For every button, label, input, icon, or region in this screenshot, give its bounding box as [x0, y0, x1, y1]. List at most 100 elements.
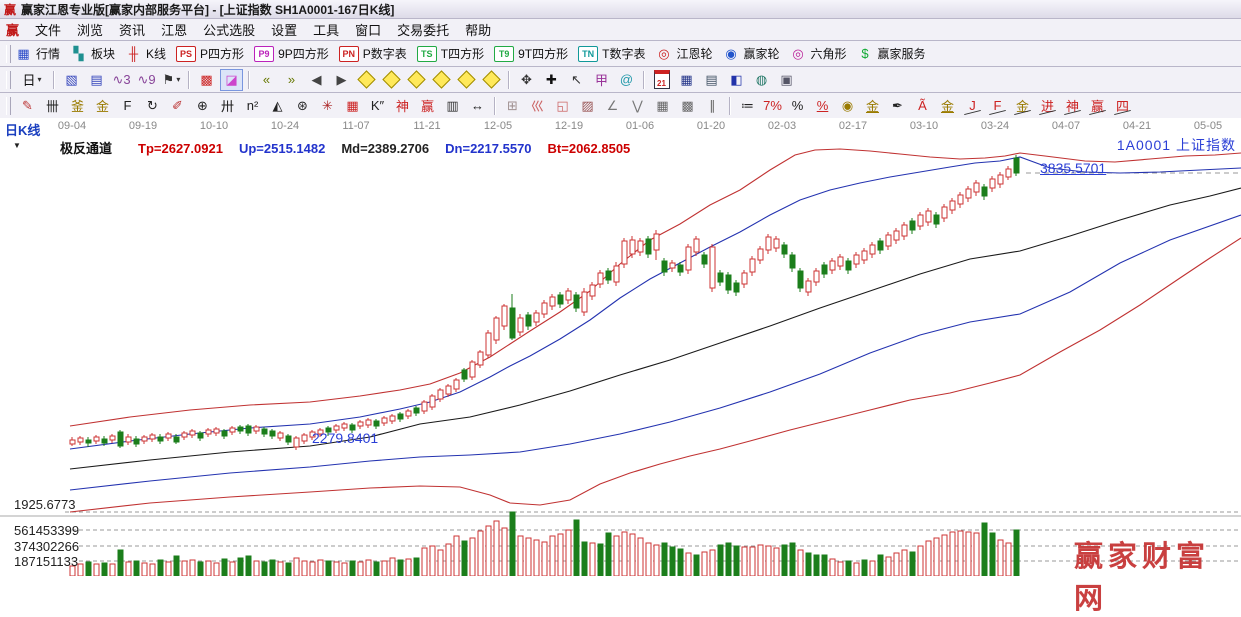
fan-lines[interactable]: 巛: [526, 95, 549, 117]
period-label[interactable]: 日K线: [5, 120, 40, 139]
k-quote[interactable]: K″: [366, 95, 389, 117]
wave-9[interactable]: ∿9: [135, 69, 158, 91]
diamond-left[interactable]: [355, 69, 378, 91]
angle-j[interactable]: J: [961, 95, 984, 117]
p9-square-button[interactable]: P9 9P四方形: [254, 45, 329, 62]
first-page[interactable]: «: [255, 69, 278, 91]
menu-item-1[interactable]: 浏览: [69, 21, 111, 40]
angle-ying[interactable]: 赢: [1086, 95, 1109, 117]
n-square[interactable]: n²: [241, 95, 264, 117]
menu-item-6[interactable]: 工具: [305, 21, 347, 40]
grid-comb[interactable]: 卌: [41, 95, 64, 117]
percent-lines[interactable]: %: [811, 95, 834, 117]
last-page[interactable]: »: [280, 69, 303, 91]
diamond-right[interactable]: [380, 69, 403, 91]
diamond-hexpand[interactable]: [430, 69, 453, 91]
angle-gold[interactable]: 金: [1011, 95, 1034, 117]
percent[interactable]: %: [786, 95, 809, 117]
spiral-tool[interactable]: ↻: [141, 95, 164, 117]
prev-page[interactable]: ◀: [305, 69, 328, 91]
angle-shen[interactable]: 神: [1061, 95, 1084, 117]
calculator[interactable]: ▦: [675, 69, 698, 91]
gold-lines[interactable]: 金: [861, 95, 884, 117]
gauge-circle[interactable]: ⊕: [191, 95, 214, 117]
fan-box[interactable]: ◱: [551, 95, 574, 117]
menu-item-2[interactable]: 资讯: [111, 21, 153, 40]
zigzag-tool[interactable]: ⋁: [626, 95, 649, 117]
bars-tool[interactable]: 卅: [216, 95, 239, 117]
flag-marker[interactable]: ⚑ ▾: [160, 69, 183, 91]
t-number-button[interactable]: TN T数字表: [578, 45, 645, 62]
parallel-lines[interactable]: ∥: [701, 95, 724, 117]
web-export[interactable]: ◍: [750, 69, 773, 91]
hexagon-button[interactable]: ◎ 六角形: [790, 45, 846, 62]
pan-hand[interactable]: ✥: [515, 69, 538, 91]
kline-button[interactable]: ╫ K线: [125, 45, 166, 62]
info-panel[interactable]: ▤: [85, 69, 108, 91]
price-levels[interactable]: ≔: [736, 95, 759, 117]
angle-f[interactable]: F: [986, 95, 1009, 117]
brush-tool[interactable]: ✐: [166, 95, 189, 117]
chart-area[interactable]: [0, 135, 1241, 577]
grid-b[interactable]: ▩: [676, 95, 699, 117]
winner-wheel-button[interactable]: ◉ 赢家轮: [722, 45, 779, 62]
period-dropdown-caret-icon[interactable]: ▼: [13, 141, 21, 150]
gann-wheel-button[interactable]: ◎ 江恩轮: [655, 45, 712, 62]
star-web[interactable]: ✳: [316, 95, 339, 117]
percent-7[interactable]: 7%: [761, 95, 784, 117]
width-measure[interactable]: ↔: [466, 95, 489, 117]
f-ruler[interactable]: F: [116, 95, 139, 117]
pattern-window[interactable]: ▧: [60, 69, 83, 91]
angle-si[interactable]: 四: [1111, 95, 1134, 117]
shen-tool[interactable]: 神: [391, 95, 414, 117]
color-volume[interactable]: ◪: [220, 68, 243, 91]
trend-angle[interactable]: ∠: [601, 95, 624, 117]
wave-a[interactable]: Ã: [911, 95, 934, 117]
crosshair[interactable]: ✚: [540, 69, 563, 91]
menu-item-3[interactable]: 江恩: [153, 21, 195, 40]
p-square-button[interactable]: PS P四方形: [176, 45, 244, 62]
diamond-vshrink[interactable]: [455, 69, 478, 91]
t-square-button[interactable]: TS T四方形: [416, 45, 484, 62]
quotes-button[interactable]: ▦ 行情: [15, 45, 60, 62]
p-number-button[interactable]: PN P数字表: [338, 45, 407, 62]
ying-tool[interactable]: 赢: [416, 95, 439, 117]
sectors-button[interactable]: ▚ 板块: [70, 45, 116, 62]
menu-item-0[interactable]: 文件: [27, 21, 69, 40]
pen-flag[interactable]: ✒: [886, 95, 909, 117]
pencil-tool[interactable]: ✎: [16, 95, 39, 117]
menu-item-7[interactable]: 窗口: [347, 21, 389, 40]
gann-circle[interactable]: ⊛: [291, 95, 314, 117]
grid-a[interactable]: ▦: [651, 95, 674, 117]
red-pattern[interactable]: ▩: [195, 69, 218, 91]
menu-item-5[interactable]: 设置: [263, 21, 305, 40]
t9-square-button[interactable]: T9 9T四方形: [494, 45, 568, 62]
wave-3[interactable]: ∿3: [110, 69, 133, 91]
save[interactable]: ◧: [725, 69, 748, 91]
gold-circle[interactable]: ◉: [836, 95, 859, 117]
ruler-123[interactable]: ▥: [441, 95, 464, 117]
red-grid[interactable]: ▦: [341, 95, 364, 117]
print[interactable]: ▣: [775, 69, 798, 91]
menu-item-4[interactable]: 公式选股: [195, 21, 263, 40]
period-selector[interactable]: 日 ▾: [16, 69, 48, 91]
diamond-vexpand[interactable]: [480, 69, 503, 91]
scribble-tool[interactable]: @: [615, 69, 638, 91]
diamond-hshrink[interactable]: [405, 69, 428, 91]
protractor[interactable]: ◭: [266, 95, 289, 117]
winner-service-button[interactable]: $ 赢家服务: [857, 45, 925, 62]
frame-tool[interactable]: ⊞: [501, 95, 524, 117]
menu-item-9[interactable]: 帮助: [457, 21, 499, 40]
angle-jin[interactable]: 进: [1036, 95, 1059, 117]
menu-item-8[interactable]: 交易委托: [389, 21, 457, 40]
gold-gann-a[interactable]: 釜: [66, 95, 89, 117]
calendar[interactable]: 21: [650, 69, 673, 91]
kline-chart[interactable]: [0, 135, 1241, 577]
hatch-box[interactable]: ▨: [576, 95, 599, 117]
gold-underline[interactable]: 金: [936, 95, 959, 117]
stamp-tool[interactable]: 甲: [590, 69, 613, 91]
notepad[interactable]: ▤: [700, 69, 723, 91]
next-page[interactable]: ▶: [330, 69, 353, 91]
gold-gann-b[interactable]: 金: [91, 95, 114, 117]
pointer-note[interactable]: ↖: [565, 69, 588, 91]
